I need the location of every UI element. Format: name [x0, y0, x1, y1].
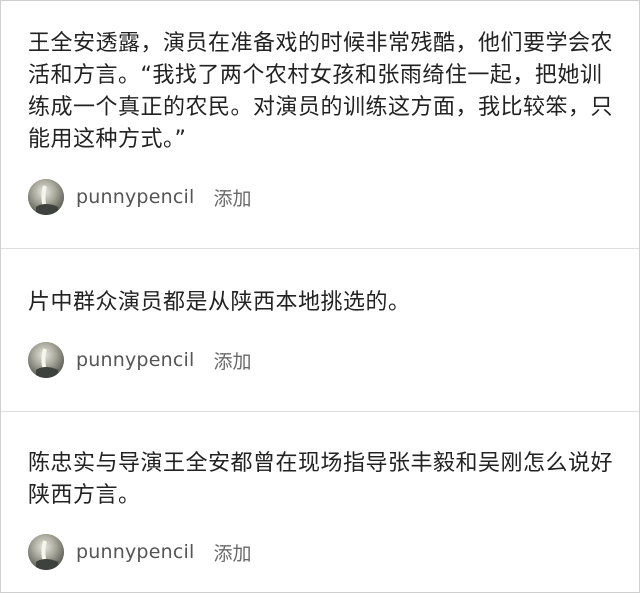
- comment-meta: punnypencil 添加: [28, 179, 251, 215]
- comment-meta: punnypencil 添加: [28, 534, 251, 570]
- comment-card: 王全安透露，演员在准备戏的时候非常残酷，他们要学会农活和方言。“我找了两个农村女…: [1, 1, 639, 248]
- username[interactable]: punnypencil: [76, 541, 194, 563]
- username[interactable]: punnypencil: [76, 349, 194, 371]
- add-button[interactable]: 添加: [213, 347, 251, 374]
- comment-text: 王全安透露，演员在准备戏的时候非常残酷，他们要学会农活和方言。“我找了两个农村女…: [28, 31, 614, 152]
- comment-feed: 王全安透露，演员在准备戏的时候非常残酷，他们要学会农活和方言。“我找了两个农村女…: [1, 1, 639, 592]
- add-button[interactable]: 添加: [213, 184, 251, 211]
- comment-text: 片中群众演员都是从陕西本地挑选的。: [28, 290, 411, 315]
- comment-meta: punnypencil 添加: [28, 342, 251, 378]
- user-avatar-icon[interactable]: [28, 342, 64, 378]
- user-avatar-icon[interactable]: [28, 534, 64, 570]
- comment-card: 陈忠实与导演王全安都曾在现场指导张丰毅和吴刚怎么说好陕西方言。 punnypen…: [1, 411, 639, 592]
- add-button[interactable]: 添加: [213, 539, 251, 566]
- comment-text: 陈忠实与导演王全安都曾在现场指导张丰毅和吴刚怎么说好陕西方言。: [28, 451, 614, 508]
- comment-card: 片中群众演员都是从陕西本地挑选的。 punnypencil 添加: [1, 248, 639, 411]
- username[interactable]: punnypencil: [76, 186, 194, 208]
- user-avatar-icon[interactable]: [28, 179, 64, 215]
